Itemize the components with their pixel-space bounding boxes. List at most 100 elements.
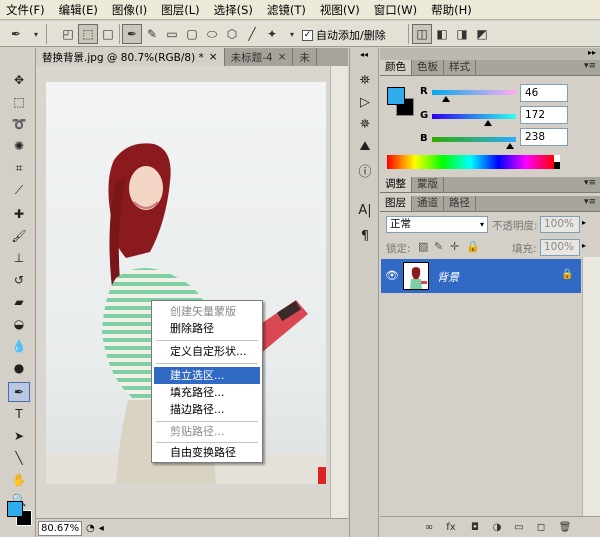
fill-field[interactable]: 100% bbox=[540, 239, 580, 256]
lock-pixels-icon[interactable]: ✎ bbox=[434, 240, 443, 253]
default-colors-icon[interactable] bbox=[6, 488, 30, 496]
link-layers-icon[interactable]: ∞ bbox=[422, 521, 436, 534]
menu-item-delete-path[interactable]: 删除路径 bbox=[154, 320, 260, 337]
layers-vertical-scrollbar[interactable] bbox=[582, 257, 600, 516]
eye-visibility-icon[interactable]: 👁 bbox=[385, 269, 399, 282]
trash-icon[interactable]: 🗑 bbox=[558, 521, 572, 534]
b-slider-thumb[interactable] bbox=[506, 143, 514, 149]
rounded-rectangle-icon[interactable]: ▢ bbox=[182, 24, 202, 44]
pen-preset-icon[interactable]: ✒ bbox=[6, 24, 26, 44]
menu-file[interactable]: 文件(F) bbox=[6, 2, 45, 18]
canvas-vertical-scrollbar[interactable] bbox=[330, 66, 348, 518]
menu-view[interactable]: 视图(V) bbox=[320, 2, 360, 18]
paint-bucket-tool-icon[interactable]: ◒ bbox=[8, 314, 30, 334]
intersect-path-icon[interactable]: ◨ bbox=[452, 24, 472, 44]
exclude-path-icon[interactable]: ◩ bbox=[472, 24, 492, 44]
chevron-right-icon[interactable]: ▸ bbox=[582, 218, 586, 227]
new-layer-icon[interactable]: ◻ bbox=[534, 521, 548, 534]
history-brush-tool-icon[interactable]: ↺ bbox=[8, 270, 30, 290]
menu-item-make-selection[interactable]: 建立选区... bbox=[154, 367, 260, 384]
menu-image[interactable]: 图像(I) bbox=[112, 2, 147, 18]
panel-menu-icon[interactable]: ▾≡ bbox=[584, 197, 596, 207]
add-mask-icon[interactable]: ◘ bbox=[468, 521, 482, 534]
menu-window[interactable]: 窗口(W) bbox=[374, 2, 417, 18]
eyedropper-tool-icon[interactable]: ⟋ bbox=[8, 180, 30, 200]
status-arrow-icon[interactable]: ◂ bbox=[99, 523, 104, 534]
tab-styles[interactable]: 样式 bbox=[444, 60, 476, 75]
r-value-field[interactable]: 46 bbox=[520, 84, 568, 102]
r-slider[interactable] bbox=[432, 90, 516, 95]
tab-replace-background[interactable]: 替换背景.jpg @ 80.7%(RGB/8) * × bbox=[36, 48, 225, 66]
eraser-tool-icon[interactable]: ▰ bbox=[8, 292, 30, 312]
ellipse-icon[interactable]: ⬭ bbox=[202, 24, 222, 44]
healing-brush-tool-icon[interactable]: ✚ bbox=[8, 204, 30, 224]
rectangle-icon[interactable]: ▭ bbox=[162, 24, 182, 44]
crop-tool-icon[interactable]: ⌗ bbox=[8, 158, 30, 178]
new-group-icon[interactable]: ▭ bbox=[512, 521, 526, 534]
shape-dropdown-icon[interactable]: ▾ bbox=[282, 24, 302, 44]
foreground-color-swatch[interactable] bbox=[7, 501, 23, 517]
preset-dropdown-icon[interactable]: ▾ bbox=[26, 24, 46, 44]
panel-menu-icon[interactable]: ▾≡ bbox=[584, 178, 596, 188]
polygon-icon[interactable]: ⬡ bbox=[222, 24, 242, 44]
marquee-tool-icon[interactable]: ⬚ bbox=[8, 92, 30, 112]
lock-transparent-icon[interactable]: ▨ bbox=[418, 240, 428, 253]
adjustment-layer-icon[interactable]: ◑ bbox=[490, 521, 504, 534]
panel-menu-icon[interactable]: ▾≡ bbox=[584, 61, 596, 71]
blend-mode-select[interactable]: 正常 ▾ bbox=[386, 216, 488, 233]
black-white-ramp[interactable] bbox=[554, 155, 560, 169]
line-icon[interactable]: ╱ bbox=[242, 24, 262, 44]
tab-channels[interactable]: 通道 bbox=[412, 196, 444, 211]
tab-untitled-4[interactable]: 未标题-4 × bbox=[225, 48, 294, 66]
menu-item-clipping-path[interactable]: 剪贴路径... bbox=[154, 423, 260, 440]
custom-shape-icon[interactable]: ✦ bbox=[262, 24, 282, 44]
dock-collapse-icon[interactable]: ▸▸ bbox=[588, 48, 596, 57]
g-slider[interactable] bbox=[432, 114, 516, 119]
subtract-path-icon[interactable]: ◧ bbox=[432, 24, 452, 44]
layer-row-background[interactable]: 👁 背景 🔒 bbox=[381, 259, 581, 293]
menu-item-create-vector-mask[interactable]: 创建矢量蒙版 bbox=[154, 303, 260, 320]
menu-edit[interactable]: 编辑(E) bbox=[59, 2, 98, 18]
menu-item-define-custom-shape[interactable]: 定义自定形状... bbox=[154, 343, 260, 360]
brush-tool-icon[interactable]: 🖌 bbox=[8, 226, 30, 246]
b-slider[interactable] bbox=[432, 137, 516, 142]
layer-style-fx-icon[interactable]: fx bbox=[444, 521, 458, 534]
paragraph-panel-icon[interactable]: ¶ bbox=[355, 226, 375, 246]
pen-tool-option-icon[interactable]: ✒ bbox=[122, 24, 142, 44]
g-value-field[interactable]: 172 bbox=[520, 106, 568, 124]
close-icon[interactable]: × bbox=[278, 51, 287, 63]
tab-adjustments[interactable]: 调整 bbox=[380, 177, 412, 192]
paths-mode-icon[interactable]: ⬚ bbox=[78, 24, 98, 44]
dodge-tool-icon[interactable]: ● bbox=[8, 358, 30, 378]
menu-layer[interactable]: 图层(L) bbox=[161, 2, 199, 18]
b-value-field[interactable]: 238 bbox=[520, 128, 568, 146]
color-spectrum-bar[interactable] bbox=[387, 155, 554, 169]
actions-panel-icon[interactable]: ▷ bbox=[355, 92, 375, 112]
color-panel-foreground-swatch[interactable] bbox=[387, 87, 405, 105]
menu-help[interactable]: 帮助(H) bbox=[431, 2, 472, 18]
move-tool-icon[interactable]: ✥ bbox=[8, 70, 30, 90]
type-tool-icon[interactable]: T bbox=[8, 404, 30, 424]
collapse-arrow-icon[interactable]: ◂◂ bbox=[352, 50, 376, 60]
navigator-panel-icon[interactable]: ✵ bbox=[355, 114, 375, 134]
menu-filter[interactable]: 滤镜(T) bbox=[267, 2, 306, 18]
tab-layers[interactable]: 图层 bbox=[380, 196, 412, 211]
hand-tool-icon[interactable]: ✋ bbox=[8, 470, 30, 490]
histogram-panel-icon[interactable]: ⛰ bbox=[355, 136, 375, 156]
character-panel-icon[interactable]: A| bbox=[355, 200, 375, 220]
opacity-field[interactable]: 100% bbox=[540, 216, 580, 233]
checkbox-checked-icon[interactable]: ✓ bbox=[302, 29, 313, 41]
menu-item-free-transform-path[interactable]: 自由变换路径 bbox=[154, 444, 260, 461]
blur-tool-icon[interactable]: 💧 bbox=[8, 336, 30, 356]
g-slider-thumb[interactable] bbox=[484, 120, 492, 126]
chevron-right-icon[interactable]: ▸ bbox=[582, 241, 586, 250]
auto-add-delete-option[interactable]: ✓ 自动添加/删除 bbox=[302, 27, 386, 43]
status-info-icon[interactable]: ◔ bbox=[86, 523, 95, 534]
info-panel-icon[interactable]: ⓘ bbox=[355, 160, 375, 180]
tab-color[interactable]: 颜色 bbox=[380, 60, 412, 75]
pen-tool-icon[interactable]: ✒ bbox=[8, 382, 30, 402]
menu-select[interactable]: 选择(S) bbox=[214, 2, 253, 18]
close-icon[interactable]: × bbox=[209, 51, 218, 63]
quick-select-tool-icon[interactable]: ✺ bbox=[8, 136, 30, 156]
tab-overflow[interactable]: 未 bbox=[293, 48, 317, 66]
